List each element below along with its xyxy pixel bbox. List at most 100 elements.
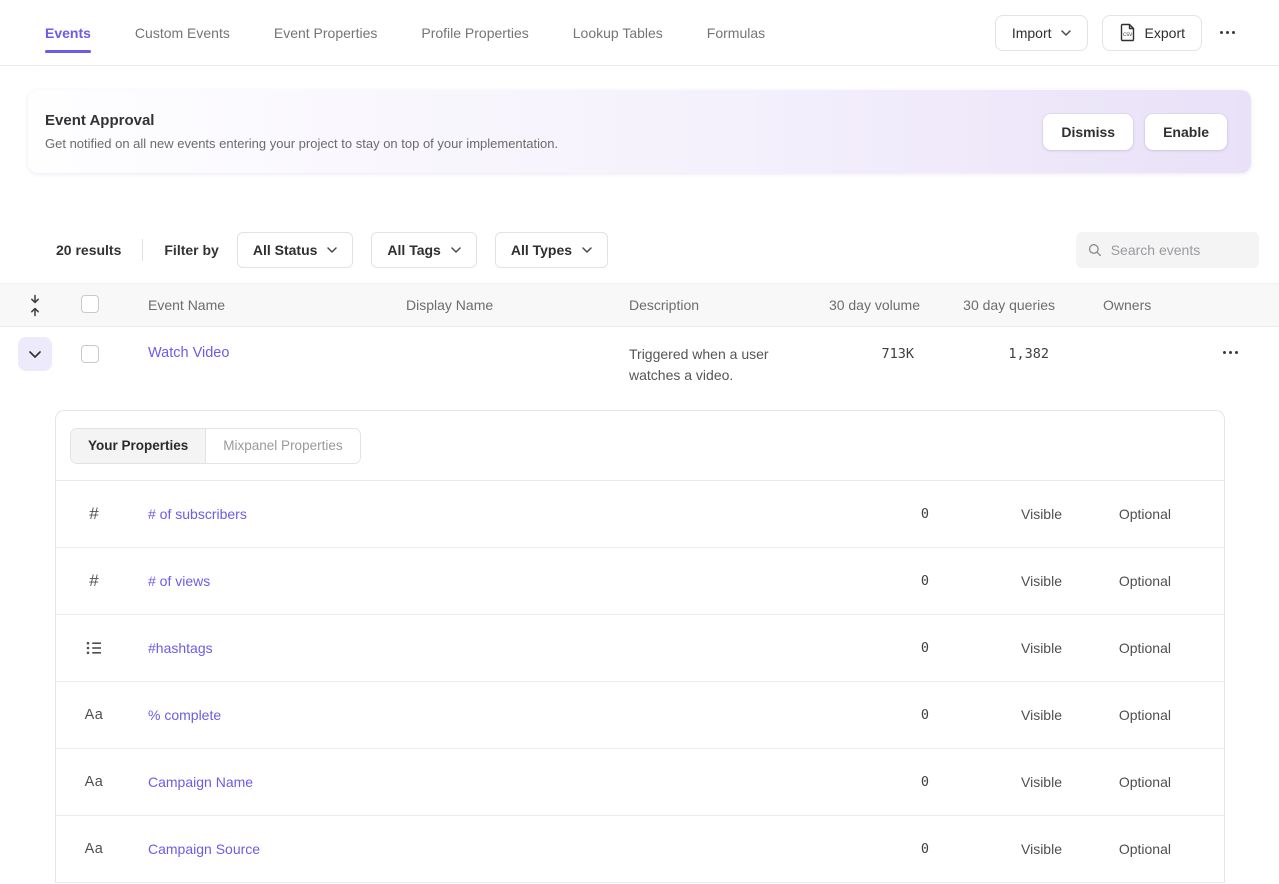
status-filter-dropdown[interactable]: All Status [237, 232, 354, 268]
enable-button[interactable]: Enable [1145, 114, 1227, 150]
more-menu-button[interactable] [1216, 25, 1239, 40]
dot-icon [1223, 351, 1226, 354]
tab-formulas[interactable]: Formulas [707, 0, 765, 65]
search-events-input[interactable] [1111, 242, 1247, 258]
tab-your-properties[interactable]: Your Properties [71, 429, 206, 463]
list-type-icon [84, 641, 104, 655]
properties-panel: Your Properties Mixpanel Properties # # … [55, 410, 1225, 883]
property-requirement: Optional [1062, 640, 1171, 656]
collapse-all-button[interactable] [25, 288, 45, 323]
dot-icon [1232, 31, 1235, 34]
tags-filter-label: All Tags [387, 242, 440, 258]
event-row: Watch Video Triggered when a user watche… [0, 327, 1279, 410]
chevron-down-icon [29, 351, 41, 358]
dismiss-button[interactable]: Dismiss [1043, 114, 1133, 150]
property-name-link[interactable]: Campaign Source [148, 841, 829, 857]
export-button[interactable]: CSV Export [1102, 15, 1202, 51]
dot-icon [1226, 31, 1229, 34]
filter-toolbar: 20 results Filter by All Status All Tags… [56, 232, 1259, 268]
status-filter-label: All Status [253, 242, 318, 258]
event-name-link[interactable]: Watch Video [148, 345, 229, 361]
property-visibility: Visible [929, 573, 1062, 589]
property-value: 0 [829, 640, 929, 656]
property-requirement: Optional [1062, 841, 1171, 857]
property-name-link[interactable]: # of views [148, 573, 829, 589]
svg-text:CSV: CSV [1123, 32, 1133, 38]
property-name-link[interactable]: Campaign Name [148, 774, 829, 790]
table-header: Event Name Display Name Description 30 d… [0, 283, 1279, 327]
filter-by-label: Filter by [164, 242, 218, 258]
property-row: # # of subscribers 0 Visible Optional [56, 481, 1224, 548]
event-approval-banner: Event Approval Get notified on all new e… [28, 90, 1251, 173]
column-owners: Owners [1103, 297, 1193, 313]
property-name-link[interactable]: # of subscribers [148, 506, 829, 522]
property-row: # # of views 0 Visible Optional [56, 548, 1224, 615]
results-count: 20 results [56, 242, 121, 258]
search-box [1076, 232, 1259, 268]
tab-event-properties[interactable]: Event Properties [274, 0, 378, 65]
select-all-checkbox[interactable] [81, 295, 99, 313]
tab-mixpanel-properties[interactable]: Mixpanel Properties [206, 429, 359, 463]
tab-custom-events[interactable]: Custom Events [135, 0, 230, 65]
column-30-day-queries: 30 day queries [920, 297, 1055, 313]
property-row: Aa % complete 0 Visible Optional [56, 682, 1224, 749]
chevron-down-icon [327, 247, 337, 253]
property-requirement: Optional [1062, 707, 1171, 723]
tab-events[interactable]: Events [45, 0, 91, 65]
property-value: 0 [829, 506, 929, 522]
column-30-day-volume: 30 day volume [820, 297, 920, 313]
banner-text: Event Approval Get notified on all new e… [45, 112, 558, 151]
property-requirement: Optional [1062, 506, 1171, 522]
types-filter-label: All Types [511, 242, 572, 258]
chevron-down-icon [451, 247, 461, 253]
property-visibility: Visible [929, 774, 1062, 790]
number-type-icon: # [84, 504, 104, 524]
chevron-down-icon [582, 247, 592, 253]
csv-file-icon: CSV [1119, 23, 1136, 42]
volume-cell: 713K [814, 346, 914, 362]
banner-actions: Dismiss Enable [1043, 114, 1227, 150]
row-checkbox[interactable] [81, 345, 99, 363]
import-button-label: Import [1012, 25, 1052, 41]
banner-title: Event Approval [45, 112, 558, 129]
collapse-row-button[interactable] [18, 337, 52, 371]
property-visibility: Visible [929, 707, 1062, 723]
property-value: 0 [829, 841, 929, 857]
description-cell: Triggered when a user watches a video. [629, 344, 814, 386]
banner-description: Get notified on all new events entering … [45, 136, 558, 151]
property-requirement: Optional [1062, 774, 1171, 790]
text-type-icon: Aa [84, 707, 104, 723]
property-row: Aa Campaign Source 0 Visible Optional [56, 816, 1224, 883]
tags-filter-dropdown[interactable]: All Tags [371, 232, 476, 268]
property-visibility: Visible [929, 640, 1062, 656]
row-menu-button[interactable] [1219, 345, 1242, 360]
top-nav: Events Custom Events Event Properties Pr… [0, 0, 1279, 66]
tab-lookup-tables[interactable]: Lookup Tables [573, 0, 663, 65]
chevron-down-icon [1061, 30, 1071, 36]
text-type-icon: Aa [84, 774, 104, 790]
collapse-all-icon [29, 294, 41, 317]
property-name-link[interactable]: #hashtags [148, 640, 829, 656]
types-filter-dropdown[interactable]: All Types [495, 232, 608, 268]
properties-tab-group: Your Properties Mixpanel Properties [70, 428, 361, 464]
nav-actions: Import CSV Export [995, 15, 1239, 51]
import-button[interactable]: Import [995, 15, 1088, 51]
property-visibility: Visible [929, 841, 1062, 857]
column-event-name: Event Name [148, 297, 406, 313]
number-type-icon: # [84, 571, 104, 591]
property-value: 0 [829, 573, 929, 589]
property-row: #hashtags 0 Visible Optional [56, 615, 1224, 682]
property-value: 0 [829, 707, 929, 723]
properties-panel-header: Your Properties Mixpanel Properties [56, 411, 1224, 481]
divider [142, 239, 143, 261]
dot-icon [1235, 351, 1238, 354]
dot-icon [1229, 351, 1232, 354]
property-name-link[interactable]: % complete [148, 707, 829, 723]
property-row: Aa Campaign Name 0 Visible Optional [56, 749, 1224, 816]
column-description: Description [629, 297, 820, 313]
tab-profile-properties[interactable]: Profile Properties [421, 0, 528, 65]
property-requirement: Optional [1062, 573, 1171, 589]
property-visibility: Visible [929, 506, 1062, 522]
nav-tabs: Events Custom Events Event Properties Pr… [45, 0, 765, 65]
search-icon [1088, 242, 1102, 258]
